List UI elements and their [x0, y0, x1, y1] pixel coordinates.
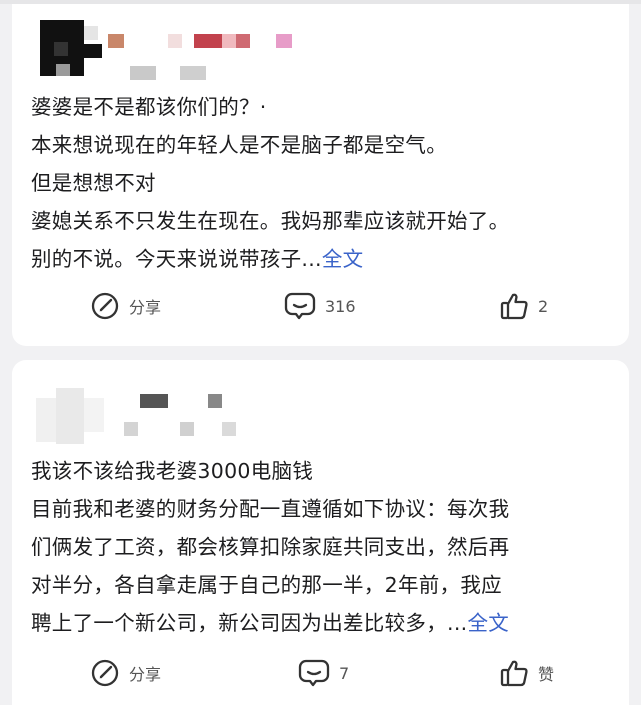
redacted-username[interactable]	[124, 394, 254, 438]
comment-button[interactable]: 7	[298, 653, 349, 693]
post-line-last: 聘上了一个新公司，新公司因为出差比较多，...全文	[31, 604, 621, 642]
post-line-last: 别的不说。今天来说说带孩子...全文	[31, 240, 621, 278]
post-title: 我该不该给我老婆3000电脑钱	[31, 459, 314, 483]
like-button[interactable]: 2	[499, 286, 548, 326]
redacted-avatar[interactable]	[40, 20, 102, 76]
post-body[interactable]: 我该不该给我老婆3000电脑钱 目前我和老婆的财务分配一直遵循如下协议：每次我 …	[31, 452, 621, 642]
like-count: 2	[538, 296, 549, 316]
like-label: 赞	[538, 665, 555, 684]
share-button[interactable]: 分享	[90, 286, 161, 326]
share-label: 分享	[129, 298, 162, 317]
post-card[interactable]: 婆婆是不是都该你们的？· 本来想说现在的年轻人是不是脑子都是空气。 但是想想不对…	[12, 4, 629, 346]
share-button[interactable]: 分享	[90, 653, 161, 693]
post-line: 婆媳关系不只发生在现在。我妈那辈应该就开始了。	[31, 209, 510, 233]
post-line: 本来想说现在的年轻人是不是脑子都是空气。	[31, 133, 447, 157]
like-button[interactable]: 赞	[499, 653, 554, 693]
post-line: 们俩发了工资，都会核算扣除家庭共同支出，然后再	[31, 535, 510, 559]
comment-bubble-icon	[284, 291, 316, 321]
expand-full-text-link[interactable]: 全文	[467, 611, 509, 635]
comment-count: 316	[325, 296, 356, 316]
post-actions: 分享 7 赞	[12, 653, 629, 693]
post-actions: 分享 316 2	[12, 286, 629, 326]
share-label: 分享	[129, 665, 162, 684]
share-edit-icon	[90, 658, 120, 688]
post-line: 婆婆是不是都该你们的？·	[31, 95, 267, 119]
expand-full-text-link[interactable]: 全文	[322, 247, 364, 271]
thumbs-up-icon	[499, 658, 529, 688]
post-line: 对半分，各自拿走属于自己的那一半，2年前，我应	[31, 573, 502, 597]
thumbs-up-icon	[499, 291, 529, 321]
share-edit-icon	[90, 291, 120, 321]
comment-button[interactable]: 316	[284, 286, 356, 326]
post-line-text: 聘上了一个新公司，新公司因为出差比较多，...	[31, 611, 468, 635]
post-card[interactable]: 我该不该给我老婆3000电脑钱 目前我和老婆的财务分配一直遵循如下协议：每次我 …	[12, 360, 629, 705]
redacted-username[interactable]	[108, 34, 318, 82]
post-line: 但是想想不对	[31, 171, 156, 195]
redacted-avatar[interactable]	[36, 388, 106, 444]
feed-page: 婆婆是不是都该你们的？· 本来想说现在的年轻人是不是脑子都是空气。 但是想想不对…	[0, 0, 641, 705]
post-line: 目前我和老婆的财务分配一直遵循如下协议：每次我	[31, 497, 510, 521]
comment-bubble-icon	[298, 658, 330, 688]
post-line-text: 别的不说。今天来说说带孩子...	[31, 247, 322, 271]
post-body[interactable]: 婆婆是不是都该你们的？· 本来想说现在的年轻人是不是脑子都是空气。 但是想想不对…	[31, 88, 621, 278]
comment-count: 7	[339, 663, 350, 683]
